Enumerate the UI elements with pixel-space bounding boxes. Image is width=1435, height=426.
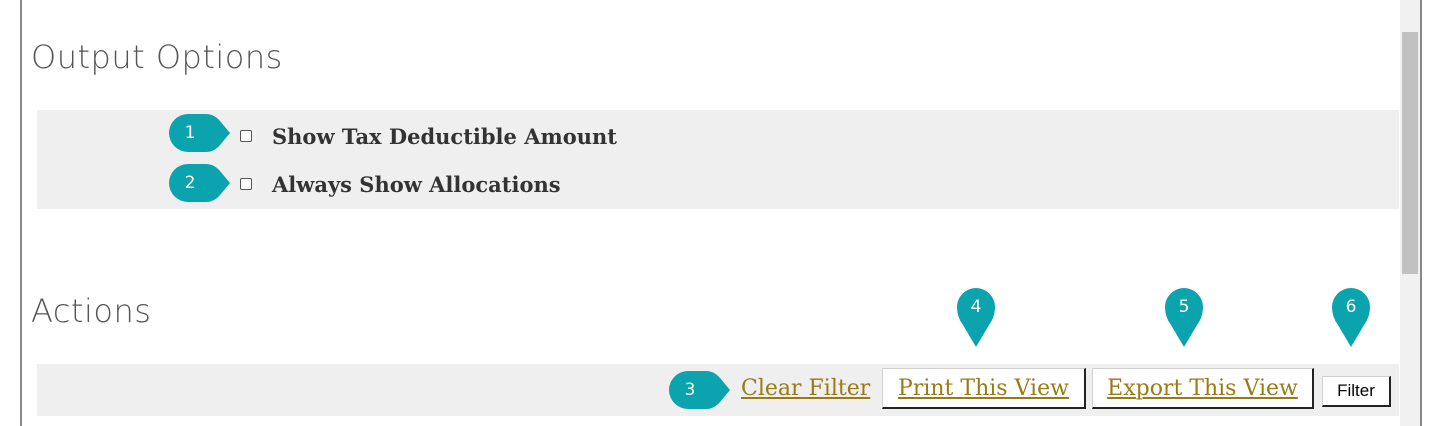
- callout-4-number: 4: [970, 297, 982, 317]
- show-allocations-label[interactable]: Always Show Allocations: [272, 172, 561, 197]
- tax-deductible-label[interactable]: Show Tax Deductible Amount: [272, 124, 617, 149]
- callout-marker-6: 6: [1331, 287, 1371, 349]
- callout-1-number: 1: [184, 123, 196, 143]
- callout-marker-2: 2: [168, 163, 232, 203]
- export-view-button[interactable]: Export This View: [1092, 368, 1314, 409]
- export-view-label[interactable]: Export This View: [1107, 376, 1298, 401]
- print-view-label[interactable]: Print This View: [898, 376, 1069, 401]
- scrollbar-thumb[interactable]: [1402, 32, 1418, 274]
- output-options-heading: Output Options: [31, 38, 283, 76]
- actions-heading: Actions: [31, 292, 152, 330]
- callout-5-number: 5: [1178, 297, 1190, 317]
- callout-marker-1: 1: [168, 113, 232, 153]
- option-row-tax-deductible[interactable]: Show Tax Deductible Amount: [240, 123, 617, 149]
- clear-filter-link[interactable]: Clear Filter: [741, 376, 870, 401]
- callout-3-number: 3: [684, 380, 696, 400]
- frame-left-border: [20, 0, 22, 426]
- callout-marker-3: 3: [668, 370, 732, 410]
- print-view-button[interactable]: Print This View: [882, 368, 1086, 409]
- callout-marker-4: 4: [956, 287, 996, 349]
- callout-marker-5: 5: [1164, 287, 1204, 349]
- show-allocations-checkbox[interactable]: [240, 178, 252, 190]
- callout-2-number: 2: [184, 173, 196, 193]
- filter-button[interactable]: Filter: [1322, 376, 1391, 407]
- option-row-show-allocations[interactable]: Always Show Allocations: [240, 171, 561, 197]
- tax-deductible-checkbox[interactable]: [240, 130, 252, 142]
- frame-right-border: [1420, 0, 1422, 426]
- callout-6-number: 6: [1345, 297, 1357, 317]
